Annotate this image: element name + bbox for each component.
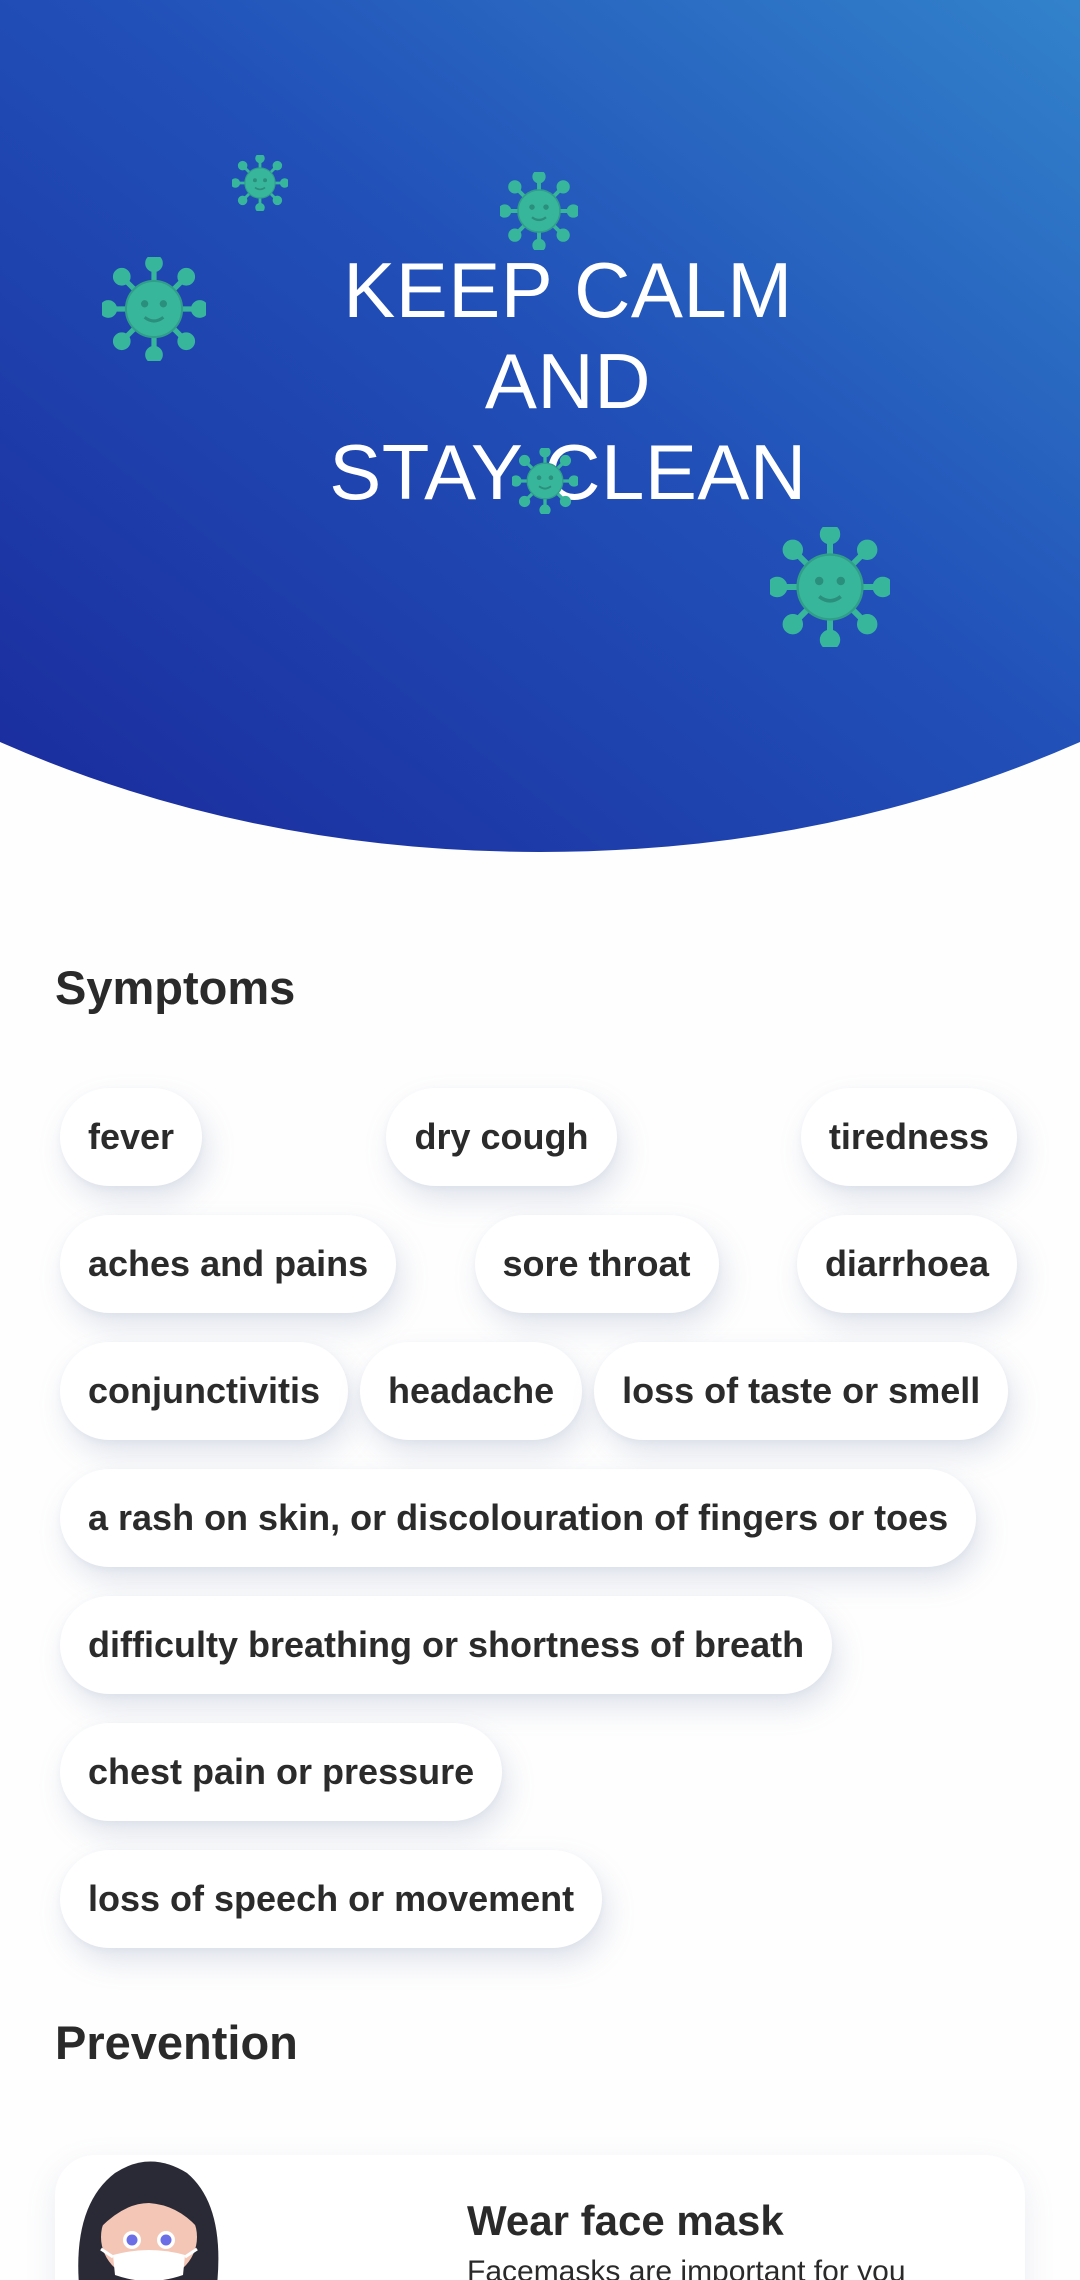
prevention-card[interactable]: Wear face mask Facemasks are important f… [55,2155,1025,2280]
virus-icon [500,172,578,250]
symptom-chip[interactable]: fever [60,1088,203,1186]
symptom-chip[interactable]: dry cough [386,1088,617,1186]
symptoms-heading: Symptoms [55,961,296,1014]
symptom-chip[interactable]: tiredness [800,1088,1017,1186]
virus-icon [232,155,288,211]
prevention-heading: Prevention [55,2016,298,2069]
symptom-chip[interactable]: diarrhoea [796,1215,1017,1313]
symptom-chip[interactable]: headache [360,1342,583,1440]
virus-icon [512,448,578,514]
symptom-chip[interactable]: loss of speech or movement [60,1850,603,1948]
symptom-chip[interactable]: difficulty breathing or shortness of bre… [60,1596,833,1694]
symptom-chip[interactable]: aches and pains [60,1215,397,1313]
prevention-card-title: Wear face mask [467,2197,784,2244]
hero-title-line: KEEP CALM [343,246,793,334]
symptom-chip[interactable]: chest pain or pressure [60,1723,503,1821]
virus-icon [102,257,206,361]
hero-title-line: AND [484,337,652,425]
symptom-chip[interactable]: a rash on skin, or discolouration of fin… [60,1469,977,1567]
symptom-chip[interactable]: loss of taste or smell [594,1342,1009,1440]
virus-icon [770,527,890,647]
app-screen: KEEP CALM AND STAY CLEAN Symptoms fever … [0,0,1080,2280]
prevention-card-text: Facemasks are important for you [467,2255,906,2280]
symptom-chip[interactable]: sore throat [474,1215,719,1313]
symptom-chip[interactable]: conjunctivitis [60,1342,349,1440]
hero-header: KEEP CALM AND STAY CLEAN [0,0,1080,860]
woman-with-face-mask-icon [78,2161,219,2280]
symptom-chip-list: fever dry cough tiredness aches and pain… [60,1088,1020,1977]
